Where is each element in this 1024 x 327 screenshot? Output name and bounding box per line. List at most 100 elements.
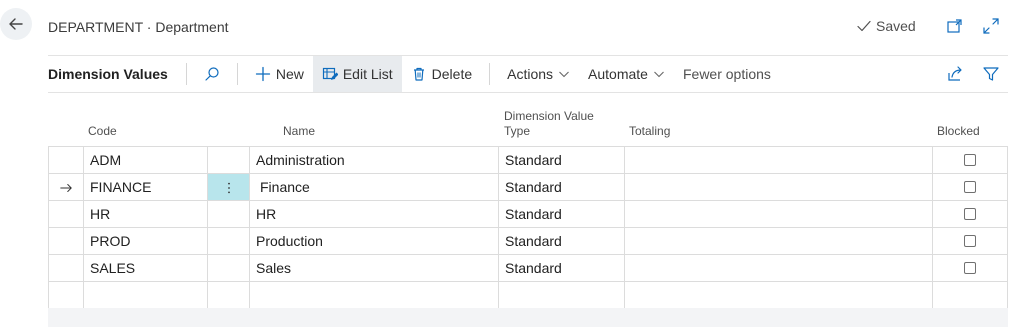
search-icon [205,67,219,81]
toolbar-divider-bottom [48,92,1008,93]
edit-list-button[interactable]: Edit List [312,56,402,92]
row-indicator[interactable] [48,174,83,200]
table-row[interactable]: FINANCE Finance Standard [48,174,1008,201]
name-cell[interactable]: Sales [249,255,498,281]
fewer-options-button[interactable]: Fewer options [674,56,780,92]
column-header-type-line1: Dimension Value [504,109,594,123]
name-cell[interactable]: Finance [249,174,498,200]
code-cell[interactable]: SALES [83,255,207,281]
type-cell[interactable]: Standard [498,201,624,227]
back-arrow-icon [9,18,23,30]
share-icon [948,66,962,81]
table-row[interactable]: HR HR Standard [48,201,1008,228]
blocked-cell [932,255,1008,281]
row-indicator[interactable] [48,228,83,254]
totaling-cell[interactable] [624,228,932,254]
totaling-cell[interactable] [624,255,932,281]
new-button[interactable]: New [246,56,313,92]
actions-menu[interactable]: Actions [498,56,579,92]
row-indicator[interactable] [48,147,83,173]
blocked-cell [932,147,1008,173]
totaling-cell[interactable] [624,201,932,227]
actions-label: Actions [507,66,554,82]
open-in-new-window-icon [947,19,962,33]
filter-button[interactable] [982,65,1000,83]
column-header-totaling[interactable]: Totaling [629,124,670,139]
share-button[interactable] [946,65,964,83]
table-row[interactable]: PROD Production Standard [48,228,1008,255]
column-header-type[interactable]: Dimension Value Type [504,109,594,139]
row-menu-cell[interactable] [207,255,249,281]
code-cell[interactable]: ADM [83,147,207,173]
column-header-type-line2: Type [504,124,531,138]
row-menu-cell[interactable] [207,201,249,227]
page-title: DEPARTMENT · Department [48,19,229,35]
edit-list-icon [322,67,338,80]
blocked-checkbox[interactable] [964,208,976,221]
code-cell[interactable]: PROD [83,228,207,254]
blocked-cell [932,228,1008,254]
search-button[interactable] [195,56,229,92]
toolbar: Dimension Values New Edit List Delete Ac… [48,56,1008,92]
toolbar-separator [489,63,491,85]
row-indicator[interactable] [48,255,83,281]
code-cell[interactable] [83,282,207,308]
totaling-cell[interactable] [624,174,932,200]
checkmark-icon [857,20,871,32]
delete-button[interactable]: Delete [402,56,481,92]
expand-button[interactable] [982,17,1000,35]
blocked-checkbox[interactable] [964,154,976,167]
totaling-cell[interactable] [624,147,932,173]
code-cell[interactable]: FINANCE [83,174,207,200]
blocked-checkbox[interactable] [964,235,976,248]
row-menu-cell[interactable] [207,282,249,308]
blocked-cell [932,174,1008,200]
type-cell[interactable]: Standard [498,174,624,200]
row-menu-cell[interactable] [207,228,249,254]
column-header-code[interactable]: Code [88,124,117,139]
grid-footer [48,308,1008,327]
row-menu-cell[interactable] [207,147,249,173]
back-button[interactable] [0,8,32,40]
column-header-blocked[interactable]: Blocked [937,124,980,139]
column-header-name[interactable]: Name [283,124,315,139]
table-row[interactable]: ADM Administration Standard [48,147,1008,174]
type-cell[interactable]: Standard [498,255,624,281]
automate-menu[interactable]: Automate [579,56,674,92]
blocked-cell [932,282,1008,308]
code-cell[interactable]: HR [83,201,207,227]
grid-rows: ADM Administration Standard FINANCE Fina… [48,146,1008,309]
filter-icon [983,67,999,81]
name-cell[interactable]: HR [249,201,498,227]
edit-list-label: Edit List [342,66,393,82]
table-row-empty[interactable] [48,282,1008,309]
row-pointer-arrow-icon [60,184,72,193]
toolbar-title: Dimension Values [48,66,168,82]
open-in-new-window-button[interactable] [946,17,964,35]
trash-icon [413,67,424,81]
plus-icon [255,66,270,82]
row-indicator[interactable] [48,201,83,227]
row-menu-cell[interactable] [207,174,249,200]
row-indicator[interactable] [48,282,83,308]
name-cell[interactable]: Administration [249,147,498,173]
blocked-checkbox[interactable] [964,181,976,194]
saved-status: Saved [856,18,916,34]
type-cell[interactable]: Standard [498,228,624,254]
new-label: New [275,66,304,82]
totaling-cell[interactable] [624,282,932,308]
type-cell[interactable]: Standard [498,147,624,173]
table-row[interactable]: SALES Sales Standard [48,255,1008,282]
type-cell[interactable] [498,282,624,308]
toolbar-separator [236,63,238,85]
toolbar-separator [185,63,187,85]
saved-label: Saved [876,18,916,34]
name-cell[interactable] [249,282,498,308]
chevron-down-icon [559,71,569,78]
chevron-down-icon [654,71,664,78]
name-cell[interactable]: Production [249,228,498,254]
delete-label: Delete [431,66,473,82]
vertical-ellipsis-icon [227,183,230,194]
blocked-checkbox[interactable] [964,262,976,275]
blocked-cell [932,201,1008,227]
